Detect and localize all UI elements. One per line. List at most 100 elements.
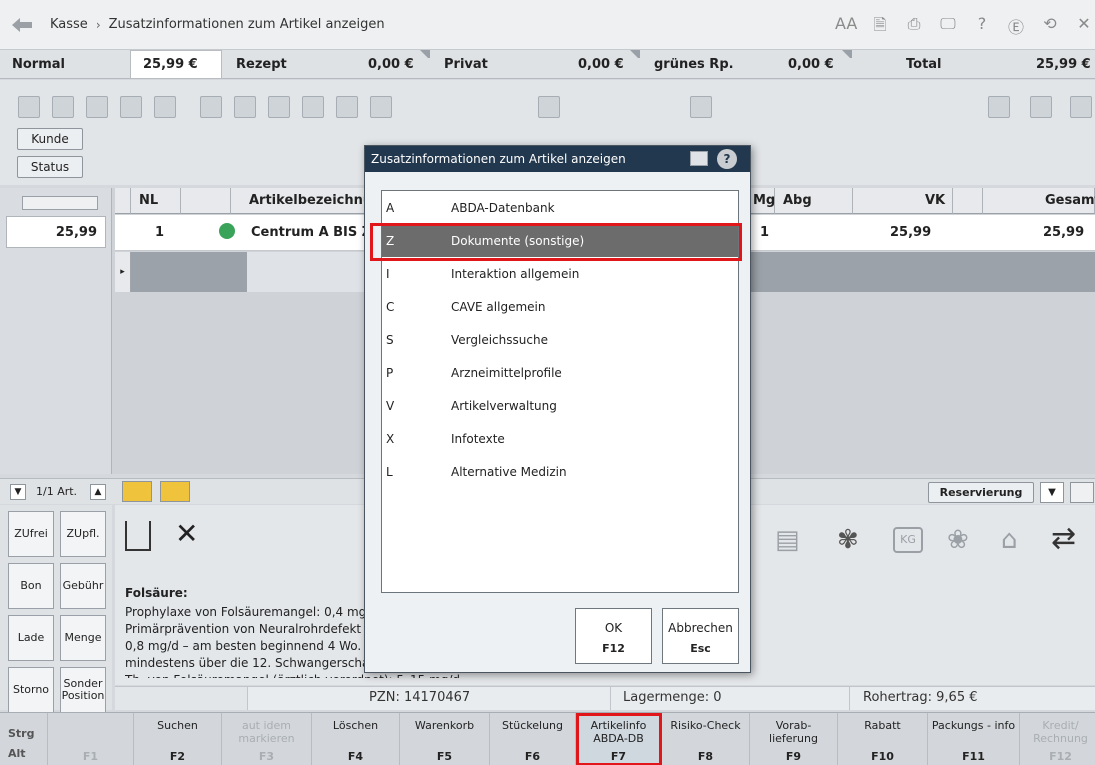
alt-label: Alt	[8, 747, 26, 760]
list-item-key: I	[386, 266, 390, 281]
f10-rabatt-key[interactable]: Rabatt F10	[838, 713, 928, 765]
grid-header-vk[interactable]: VK	[853, 188, 953, 214]
selection-highlight-box	[370, 223, 742, 261]
sonder-position-button[interactable]: Sonder Position	[60, 667, 106, 713]
f6-stueckelung-num: F6	[524, 750, 541, 763]
f5-warenkorb-num: F5	[436, 750, 453, 763]
list-item[interactable]: I Interaktion allgemein	[382, 257, 738, 290]
rezept-label[interactable]: Rezept	[236, 50, 287, 79]
grid-header-nl[interactable]: NL	[131, 188, 181, 214]
people-icon[interactable]	[120, 96, 142, 118]
document-icon[interactable]: 🗎	[869, 14, 891, 41]
scroll-up-icon[interactable]: ▲	[90, 484, 106, 500]
dialog-window-icon[interactable]	[690, 151, 708, 166]
calendar-icon[interactable]	[122, 481, 152, 502]
f5-warenkorb-key[interactable]: Warenkorb F5	[400, 713, 490, 765]
article-count: 1/1 Art.	[36, 485, 78, 498]
grid-header-abg[interactable]: Abg	[775, 188, 853, 214]
ok-button[interactable]: OK F12	[575, 608, 652, 664]
list-item[interactable]: X Infotexte	[382, 422, 738, 455]
list-item[interactable]: V Artikelverwaltung	[382, 389, 738, 422]
f4-loeschen-key[interactable]: Löschen F4	[312, 713, 400, 765]
f11-packungsinfo-key[interactable]: Packungs - info F11	[928, 713, 1020, 765]
add-document-icon[interactable]	[1070, 482, 1094, 503]
handshake-icon[interactable]	[52, 96, 74, 118]
no-food-icon: ✕	[175, 517, 199, 550]
card-icon[interactable]	[200, 96, 222, 118]
document-copy-icon[interactable]	[302, 96, 324, 118]
privat-label[interactable]: Privat	[444, 50, 488, 79]
z-person-icon[interactable]	[988, 96, 1010, 118]
grid-header-blank	[181, 188, 231, 214]
f7-artikelinfo-key[interactable]: Artikelinfo ABDA-DB F7	[576, 713, 662, 765]
cancel-button[interactable]: Abbrechen Esc	[662, 608, 739, 664]
menge-button[interactable]: Menge	[60, 615, 106, 661]
f11-packungsinfo-label: Packungs - info	[931, 719, 1016, 732]
gear-box-icon[interactable]	[234, 96, 256, 118]
breadcrumb-kasse[interactable]: Kasse	[50, 17, 88, 32]
normal-label[interactable]: Normal	[12, 50, 65, 79]
row-artikel: Centrum A BIS Z	[251, 225, 372, 240]
reservierung-button[interactable]: Reservierung	[928, 482, 1034, 503]
back-window-icon[interactable]: ⟲	[1039, 14, 1061, 41]
f6-stueckelung-key[interactable]: Stückelung F6	[490, 713, 576, 765]
f5-warenkorb-label: Warenkorb	[414, 719, 475, 732]
kunde-button[interactable]: Kunde	[17, 128, 83, 150]
f10-rabatt-num: F10	[871, 750, 894, 763]
scroll-down-icon[interactable]: ▼	[10, 484, 26, 500]
total-label: Total	[906, 57, 942, 72]
e-person-icon[interactable]	[1070, 96, 1092, 118]
list-item[interactable]: L Alternative Medizin	[382, 455, 738, 488]
dropdown-icon[interactable]: ▼	[1040, 482, 1064, 503]
f9-vorablieferung-key[interactable]: Vorab- lieferung F9	[750, 713, 838, 765]
calendar-edit-icon[interactable]	[160, 481, 190, 502]
gruenes-corner-icon	[842, 50, 852, 60]
zufrei-button[interactable]: ZUfrei	[8, 511, 54, 557]
list-item[interactable]: A ABDA-Datenbank	[382, 191, 738, 224]
function-keys: Strg Alt F1 Suchen F2 aut idem markieren F3…	[0, 712, 1095, 765]
eurotax-icon[interactable]: Ⓔ	[1005, 14, 1027, 41]
list-item-key: C	[386, 299, 395, 314]
storno-button[interactable]: Storno	[8, 667, 54, 713]
pills-icon[interactable]	[86, 96, 108, 118]
modifier-keys: Strg Alt	[0, 713, 48, 765]
list-item[interactable]: S Vergleichssuche	[382, 323, 738, 356]
f6-stueckelung-label: Stückelung	[501, 719, 564, 732]
list-item-label: CAVE allgemein	[451, 299, 546, 314]
euro-tag-icon[interactable]	[690, 96, 712, 118]
v-person-icon[interactable]	[1030, 96, 1052, 118]
back-arrow-icon[interactable]	[10, 16, 36, 34]
lagermenge-text: Lagermenge: 0	[610, 687, 850, 710]
f12-kredit-key[interactable]: Kredit/ Rechnung F12	[1020, 713, 1095, 765]
list-item[interactable]: C CAVE allgemein	[382, 290, 738, 323]
f2-suchen-key[interactable]: Suchen F2	[134, 713, 222, 765]
monitor-icon[interactable]: 🖵	[937, 14, 959, 41]
close-icon[interactable]: ✕	[1073, 14, 1095, 41]
exchange-icon[interactable]: ⇄	[1051, 521, 1076, 556]
help-icon[interactable]: ?	[971, 14, 993, 41]
percent-icon[interactable]	[154, 96, 176, 118]
f11-packungsinfo-num: F11	[962, 750, 985, 763]
bon-button[interactable]: Bon	[8, 563, 54, 609]
lade-button[interactable]: Lade	[8, 615, 54, 661]
letter-a-icon[interactable]	[538, 96, 560, 118]
archive-icon[interactable]	[370, 96, 392, 118]
f3-aut-idem-key[interactable]: aut idem markieren F3	[222, 713, 312, 765]
f1-key[interactable]: F1	[48, 713, 134, 765]
gebuehr-button[interactable]: Gebühr	[60, 563, 106, 609]
zupfl-button[interactable]: ZUpfl.	[60, 511, 106, 557]
grid-header-gesamt[interactable]: Gesamt	[983, 188, 1095, 214]
document-person-icon[interactable]	[268, 96, 290, 118]
f8-risiko-check-key[interactable]: Risiko-Check F8	[662, 713, 750, 765]
help-icon[interactable]: ?	[717, 149, 737, 169]
status-button[interactable]: Status	[17, 156, 83, 178]
printer-icon[interactable]: ⎙	[903, 14, 925, 41]
gruenes-value: 0,00 €	[788, 57, 834, 72]
gruenes-label[interactable]: grünes Rp.	[654, 50, 734, 79]
barcode-icon[interactable]	[18, 96, 40, 118]
font-size-icon[interactable]: AA	[835, 14, 857, 41]
row-gesamt: 25,99	[1043, 225, 1085, 240]
list-item-key: P	[386, 365, 394, 380]
list-item[interactable]: P Arzneimittelprofile	[382, 356, 738, 389]
book-icon[interactable]	[336, 96, 358, 118]
